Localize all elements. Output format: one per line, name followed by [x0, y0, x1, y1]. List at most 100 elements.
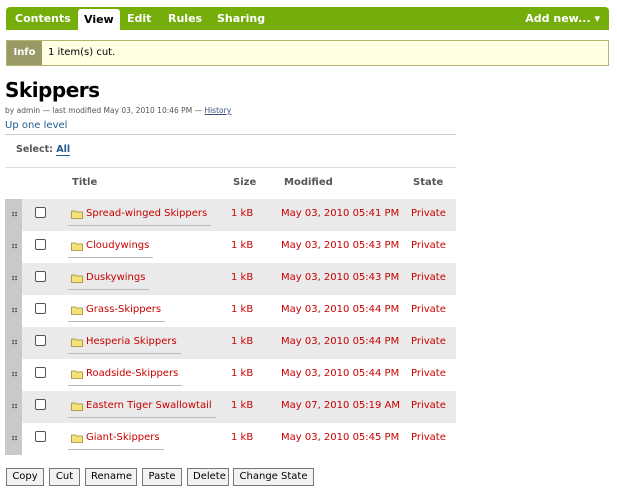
author-link[interactable]: admin	[17, 106, 41, 115]
folder-icon	[71, 370, 83, 379]
item-state: Private	[411, 336, 446, 347]
row-checkbox[interactable]	[35, 271, 46, 282]
item-size: 1 kB	[231, 240, 254, 251]
item-modified: May 03, 2010 05:43 PM	[281, 272, 400, 283]
row-checkbox[interactable]	[35, 431, 46, 442]
item-size: 1 kB	[231, 336, 254, 347]
select-all-link[interactable]: All	[56, 144, 71, 156]
folder-icon	[71, 434, 83, 443]
last-modified: — last modified May 03, 2010 10:46 PM —	[42, 106, 203, 115]
item-state: Private	[411, 432, 446, 443]
item-size: 1 kB	[231, 400, 254, 411]
item-title-link[interactable]: Hesperia Skippers	[86, 336, 177, 347]
tab-contents[interactable]: Contents	[15, 7, 71, 30]
table-row: ⠶ Grass-Skippers 1 kB May 03, 2010 05:44 PM…	[5, 295, 456, 327]
item-state: Private	[411, 304, 446, 315]
item-title-link[interactable]: Cloudywings	[86, 240, 149, 251]
folder-icon	[71, 274, 83, 283]
item-modified: May 03, 2010 05:45 PM	[281, 432, 400, 443]
add-new-menu[interactable]: Add new... ▾	[525, 7, 600, 30]
folder-icon	[71, 402, 83, 411]
item-modified: May 03, 2010 05:44 PM	[281, 368, 400, 379]
up-one-level-link[interactable]: Up one level	[5, 120, 67, 131]
drag-handle-icon[interactable]: ⠶	[5, 295, 22, 327]
table-row: ⠶ Giant-Skippers 1 kB May 03, 2010 05:45 PM…	[5, 423, 456, 455]
select-bar: Select: All	[16, 144, 71, 156]
row-checkbox[interactable]	[35, 303, 46, 314]
title-underline	[68, 225, 211, 226]
item-size: 1 kB	[231, 432, 254, 443]
table-row: ⠶ Cloudywings 1 kB May 03, 2010 05:43 PM Pri…	[5, 231, 456, 263]
tab-sharing[interactable]: Sharing	[217, 7, 265, 30]
drag-handle-icon[interactable]: ⠶	[5, 199, 22, 231]
item-state: Private	[411, 400, 446, 411]
folder-icon	[71, 338, 83, 347]
table-row: ⠶ Hesperia Skippers 1 kB May 03, 2010 05:44…	[5, 327, 456, 359]
item-state: Private	[411, 272, 446, 283]
change-state-button[interactable]: Change State	[233, 468, 314, 486]
folder-icon	[71, 306, 83, 315]
item-state: Private	[411, 240, 446, 251]
item-modified: May 03, 2010 05:43 PM	[281, 240, 400, 251]
divider	[5, 167, 456, 168]
table-row: ⠶ Roadside-Skippers 1 kB May 03, 2010 05:44…	[5, 359, 456, 391]
info-label: Info	[7, 41, 42, 65]
item-state: Private	[411, 208, 446, 219]
drag-handle-icon[interactable]: ⠶	[5, 359, 22, 391]
status-message: Info 1 item(s) cut.	[6, 40, 609, 66]
table-row: ⠶ Duskywings 1 kB May 03, 2010 05:43 PM Priv…	[5, 263, 456, 295]
column-header-title[interactable]: Title	[72, 177, 97, 188]
copy-button[interactable]: Copy	[6, 468, 44, 486]
item-title-link[interactable]: Roadside-Skippers	[86, 368, 178, 379]
row-checkbox[interactable]	[35, 207, 46, 218]
item-title-link[interactable]: Duskywings	[86, 272, 145, 283]
title-underline	[68, 321, 165, 322]
byline-prefix: by	[5, 106, 15, 115]
item-title-link[interactable]: Spread-winged Skippers	[86, 208, 207, 219]
drag-handle-icon[interactable]: ⠶	[5, 231, 22, 263]
item-modified: May 07, 2010 05:19 AM	[281, 400, 401, 411]
paste-button[interactable]: Paste	[142, 468, 182, 486]
title-underline	[68, 353, 181, 354]
item-modified: May 03, 2010 05:44 PM	[281, 336, 400, 347]
item-state: Private	[411, 368, 446, 379]
item-modified: May 03, 2010 05:44 PM	[281, 304, 400, 315]
history-link[interactable]: History	[204, 106, 231, 115]
tab-view[interactable]: View	[78, 9, 120, 30]
row-checkbox[interactable]	[35, 239, 46, 250]
row-checkbox[interactable]	[35, 399, 46, 410]
tab-edit[interactable]: Edit	[127, 7, 151, 30]
column-header-state[interactable]: State	[413, 177, 443, 188]
column-header-modified[interactable]: Modified	[284, 177, 333, 188]
title-underline	[68, 289, 149, 290]
info-message: 1 item(s) cut.	[48, 47, 116, 58]
cut-button[interactable]: Cut	[49, 468, 80, 486]
item-size: 1 kB	[231, 272, 254, 283]
row-checkbox[interactable]	[35, 335, 46, 346]
item-size: 1 kB	[231, 368, 254, 379]
item-title-link[interactable]: Grass-Skippers	[86, 304, 161, 315]
page-title: Skippers	[5, 78, 100, 102]
title-underline	[68, 257, 153, 258]
rename-button[interactable]: Rename	[85, 468, 137, 486]
drag-handle-icon[interactable]: ⠶	[5, 327, 22, 359]
title-underline	[68, 449, 164, 450]
column-header-size[interactable]: Size	[233, 177, 256, 188]
item-title-link[interactable]: Giant-Skippers	[86, 432, 160, 443]
divider	[5, 134, 456, 135]
drag-handle-icon[interactable]: ⠶	[5, 423, 22, 455]
item-modified: May 03, 2010 05:41 PM	[281, 208, 400, 219]
drag-handle-icon[interactable]: ⠶	[5, 391, 22, 423]
table-row: ⠶ Eastern Tiger Swallowtail 1 kB May 07, 20…	[5, 391, 456, 423]
drag-handle-icon[interactable]: ⠶	[5, 263, 22, 295]
select-label: Select:	[16, 144, 53, 155]
item-title-link[interactable]: Eastern Tiger Swallowtail	[86, 400, 212, 411]
item-size: 1 kB	[231, 304, 254, 315]
content-views-bar: Contents View Edit Rules Sharing Add new…	[6, 7, 609, 30]
delete-button[interactable]: Delete	[187, 468, 229, 486]
tab-rules[interactable]: Rules	[168, 7, 202, 30]
item-size: 1 kB	[231, 208, 254, 219]
title-underline	[68, 417, 216, 418]
document-byline: by admin — last modified May 03, 2010 10…	[5, 106, 231, 115]
row-checkbox[interactable]	[35, 367, 46, 378]
